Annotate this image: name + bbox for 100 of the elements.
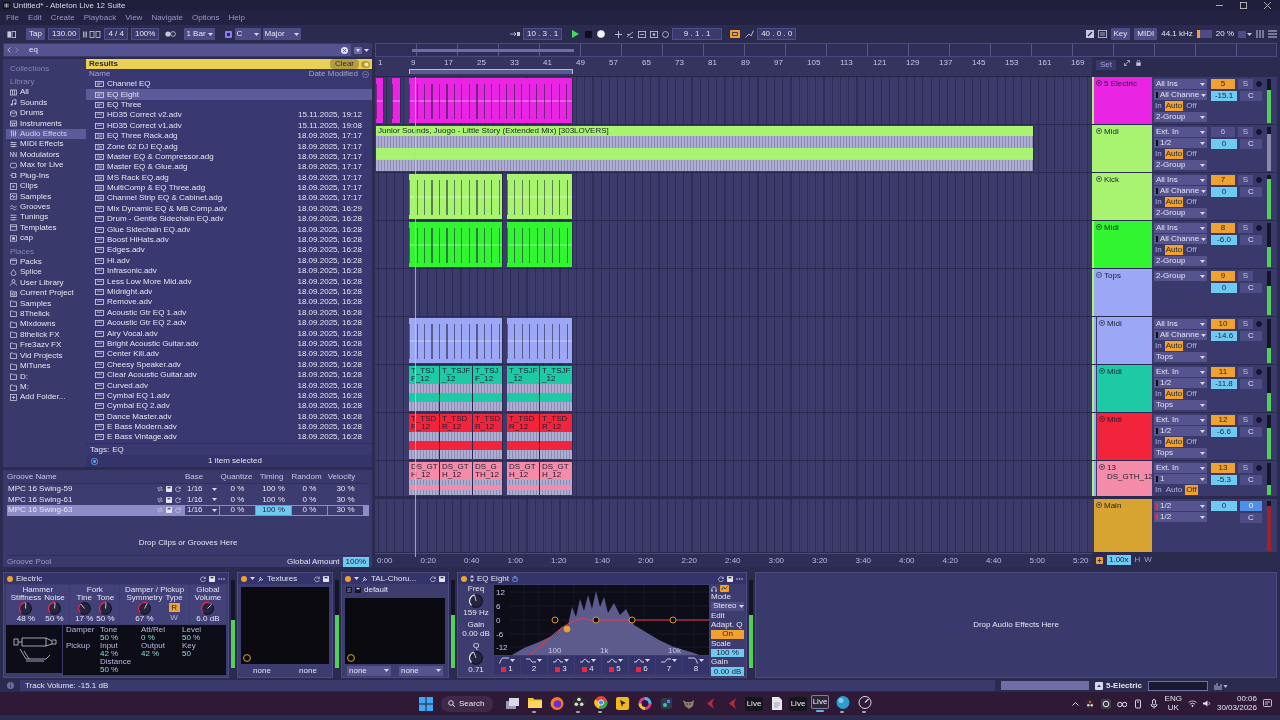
track-name-box[interactable]: Midi bbox=[1094, 125, 1152, 172]
band-number[interactable]: 5 bbox=[616, 665, 621, 673]
browser-item[interactable]: Midnight.adv 18.09.2025, 16:28 bbox=[86, 286, 372, 298]
refresh-icon[interactable] bbox=[314, 575, 320, 582]
midi-clip[interactable] bbox=[507, 174, 573, 219]
high-cut-icon[interactable] bbox=[688, 657, 698, 664]
input-channel-dropdown[interactable]: 1 bbox=[1154, 474, 1207, 484]
save-icon[interactable] bbox=[166, 496, 172, 503]
sidebar-item[interactable]: Tunings bbox=[6, 212, 86, 223]
adaptive-q-toggle[interactable]: On bbox=[711, 629, 744, 639]
slash-lines-icon[interactable] bbox=[626, 30, 635, 38]
loop-start-field[interactable]: 9 . 1 . 1 bbox=[672, 28, 723, 40]
monitor-button[interactable]: Auto bbox=[1164, 485, 1184, 495]
column-header[interactable]: Velocity bbox=[324, 473, 359, 481]
device-power-button[interactable] bbox=[7, 575, 13, 582]
low-cut-icon[interactable] bbox=[499, 657, 509, 664]
output-dropdown[interactable]: Tops bbox=[1154, 352, 1207, 362]
refresh-icon[interactable] bbox=[200, 575, 206, 582]
eq-band-handle[interactable] bbox=[592, 616, 600, 624]
midi-clip[interactable] bbox=[376, 78, 384, 123]
ring-tile-icon[interactable] bbox=[1100, 698, 1111, 709]
app-button[interactable]: Live bbox=[811, 695, 829, 709]
knob[interactable] bbox=[469, 594, 483, 608]
record-button[interactable] bbox=[597, 30, 606, 38]
random-field[interactable]: 0 % bbox=[292, 495, 327, 505]
monitor-button[interactable]: Auto bbox=[1164, 437, 1184, 447]
preset-name[interactable]: default bbox=[364, 585, 389, 594]
refresh-icon[interactable] bbox=[175, 486, 181, 493]
monitor-button[interactable]: Auto bbox=[1164, 197, 1184, 207]
browser-item[interactable]: Dance Master.adv 18.09.2025, 16:28 bbox=[86, 411, 372, 422]
device-overview[interactable] bbox=[1148, 680, 1209, 691]
audio-clip[interactable]: DS_GTH_12 bbox=[540, 462, 573, 495]
track-activator-button[interactable]: 5 bbox=[1211, 79, 1235, 89]
device-power-button[interactable] bbox=[345, 575, 351, 582]
monitor-button[interactable]: In bbox=[1154, 149, 1163, 159]
track-activator-button[interactable]: 13 bbox=[1211, 463, 1235, 473]
timing-field[interactable]: 100 % bbox=[256, 495, 291, 505]
monitor-button[interactable]: Auto bbox=[1164, 101, 1184, 111]
zoom-readout[interactable]: 1.00x bbox=[1107, 555, 1131, 565]
band-on-button[interactable] bbox=[582, 666, 588, 672]
input-type-dropdown[interactable]: Ext. In bbox=[1154, 415, 1207, 425]
key-map-button[interactable]: Key bbox=[1110, 28, 1131, 40]
browser-item[interactable]: Acoustic Gtr EQ 2.adv 18.09.2025, 16:28 bbox=[86, 318, 372, 329]
browser-item[interactable]: E Bass Vintage.adv 18.09.2025, 16:28 bbox=[86, 432, 372, 443]
volume-field[interactable]: -11.8 bbox=[1211, 379, 1237, 389]
caret-icon[interactable] bbox=[250, 577, 255, 580]
app-button[interactable]: Live bbox=[745, 696, 763, 711]
solo-button[interactable]: S bbox=[1238, 271, 1253, 281]
menu-item[interactable]: Create bbox=[50, 14, 75, 22]
band-number[interactable]: 8 bbox=[693, 665, 699, 673]
browser-item[interactable]: Channel EQ bbox=[86, 79, 372, 90]
input-channel-dropdown[interactable]: All Channe bbox=[1154, 90, 1207, 100]
browser-item[interactable]: Cymbal EQ 1.adv 18.09.2025, 16:28 bbox=[86, 390, 372, 402]
output-dropdown[interactable]: 2-Group bbox=[1154, 112, 1207, 122]
track-activator-button[interactable]: 7 bbox=[1211, 175, 1235, 185]
play-button[interactable] bbox=[572, 30, 580, 38]
round-logo-icon[interactable] bbox=[548, 696, 564, 711]
output-dropdown[interactable]: Tops bbox=[1154, 448, 1207, 458]
time-ruler[interactable]: 0:00 0:20 0:40 1:00 1:20 1:40 2:00 2:20 2:40 3:00 3:20 3:40 4:00 4:20 4:40 5:00 5:20 bbox=[375, 553, 1092, 567]
monitor-button[interactable]: Auto bbox=[1164, 149, 1184, 159]
output-gain-field[interactable]: 0.00 dB bbox=[711, 667, 744, 676]
sidebar-item[interactable]: Sounds bbox=[6, 97, 86, 108]
drive-icon[interactable] bbox=[1132, 698, 1143, 709]
key-dropdown[interactable]: C bbox=[234, 28, 261, 40]
caret-circle-icon[interactable] bbox=[1099, 320, 1105, 326]
menu-item[interactable]: Playback bbox=[83, 14, 117, 22]
caret-circle-icon[interactable] bbox=[1096, 176, 1102, 182]
output-dropdown[interactable]: 2-Group bbox=[1154, 256, 1207, 266]
browser-item[interactable]: EQ Three bbox=[86, 99, 372, 111]
sidebar-item[interactable]: M: bbox=[6, 381, 86, 393]
audio-clip[interactable]: DS_GTH_12 bbox=[409, 462, 440, 495]
two-panels-icon[interactable] bbox=[7, 30, 16, 38]
pan-field[interactable]: C bbox=[1240, 331, 1262, 341]
height-toggle[interactable]: H bbox=[1134, 556, 1141, 564]
device-power-button[interactable] bbox=[241, 575, 247, 582]
column-header[interactable]: Date Modified bbox=[308, 70, 358, 78]
more-icon[interactable] bbox=[218, 577, 225, 580]
random-field[interactable]: 0 % bbox=[292, 505, 327, 515]
menu-item[interactable]: File bbox=[6, 14, 19, 22]
monitor-button[interactable]: Off bbox=[1185, 245, 1198, 255]
column-header[interactable]: Random bbox=[289, 473, 324, 481]
ring-dot-icon[interactable] bbox=[91, 457, 98, 465]
high-shelf-icon[interactable] bbox=[661, 657, 671, 664]
quantize-field[interactable]: 0 % bbox=[220, 505, 255, 515]
scale-field[interactable]: 100 % bbox=[711, 648, 744, 658]
sidebar-item[interactable]: Vid Projects bbox=[6, 350, 86, 361]
volume-field[interactable]: -5.3 bbox=[1211, 475, 1237, 485]
volume-field[interactable]: 0 bbox=[1211, 187, 1237, 197]
edit-button[interactable]: Edit bbox=[711, 611, 725, 620]
sidebar-item[interactable]: MiTunes bbox=[6, 360, 86, 372]
sidebar-item[interactable]: Clips bbox=[6, 180, 86, 192]
y-parameter-dropdown[interactable]: none bbox=[399, 665, 443, 676]
browser-item[interactable]: E Bass Modern.adv 18.09.2025, 16:28 bbox=[86, 421, 372, 433]
midi-clip[interactable] bbox=[409, 174, 503, 219]
device-power-button[interactable] bbox=[461, 575, 467, 582]
caret-icon[interactable] bbox=[354, 577, 359, 580]
box-caret-icon[interactable] bbox=[1238, 30, 1252, 38]
track-name-box[interactable]: 13 DS_GTH_12 bbox=[1097, 461, 1152, 496]
browser-item[interactable]: EQ Three Rack.adg 18.09.2025, 17:17 bbox=[86, 130, 372, 142]
headphones-icon[interactable] bbox=[711, 585, 717, 592]
